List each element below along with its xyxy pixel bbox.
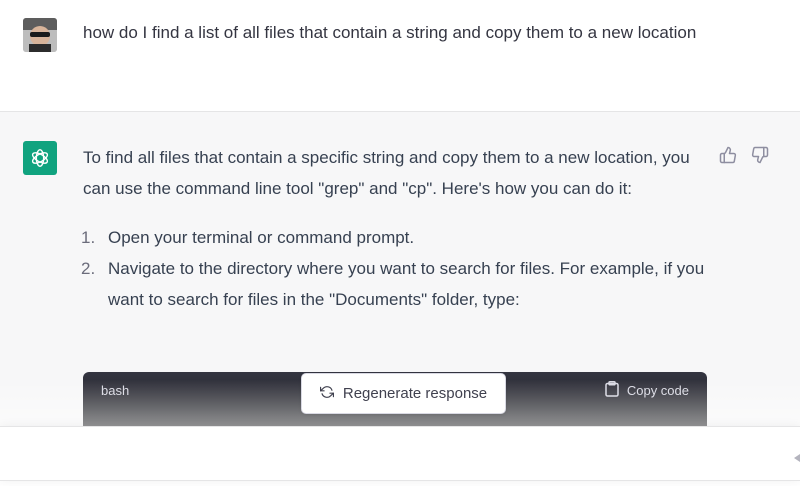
thumbs-down-icon[interactable] (751, 146, 769, 164)
user-message-row: how do I find a list of all files that c… (0, 0, 800, 112)
assistant-intro-paragraph: To find all files that contain a specifi… (83, 148, 690, 198)
refresh-icon (319, 385, 334, 403)
copy-code-label: Copy code (626, 382, 689, 398)
steps-list: 1. Open your terminal or command prompt.… (81, 222, 713, 315)
openai-logo-icon (23, 141, 57, 175)
list-item-text: Open your terminal or command prompt. (108, 228, 415, 247)
regenerate-response-button[interactable]: Regenerate response (301, 373, 506, 414)
thumbs-up-icon[interactable] (719, 146, 737, 164)
list-item: 1. Open your terminal or command prompt. (81, 222, 713, 253)
message-input[interactable] (0, 427, 792, 478)
code-language-label: bash (101, 382, 130, 398)
clipboard-icon (605, 380, 619, 400)
list-item-number: 1. (81, 228, 96, 247)
feedback-controls (719, 144, 771, 166)
composer-box (0, 426, 800, 481)
list-item: 2. Navigate to the directory where you w… (81, 253, 713, 315)
user-avatar (23, 18, 57, 52)
list-item-text: Navigate to the directory where you want… (108, 259, 705, 309)
list-item-number: 2. (81, 259, 96, 278)
assistant-message-content: To find all files that contain a specifi… (81, 142, 713, 315)
regenerate-label: Regenerate response (342, 385, 488, 402)
send-icon[interactable] (794, 449, 800, 462)
composer-area (0, 426, 800, 486)
copy-code-button[interactable]: Copy code (605, 380, 689, 400)
user-message-text: how do I find a list of all files that c… (83, 23, 697, 42)
